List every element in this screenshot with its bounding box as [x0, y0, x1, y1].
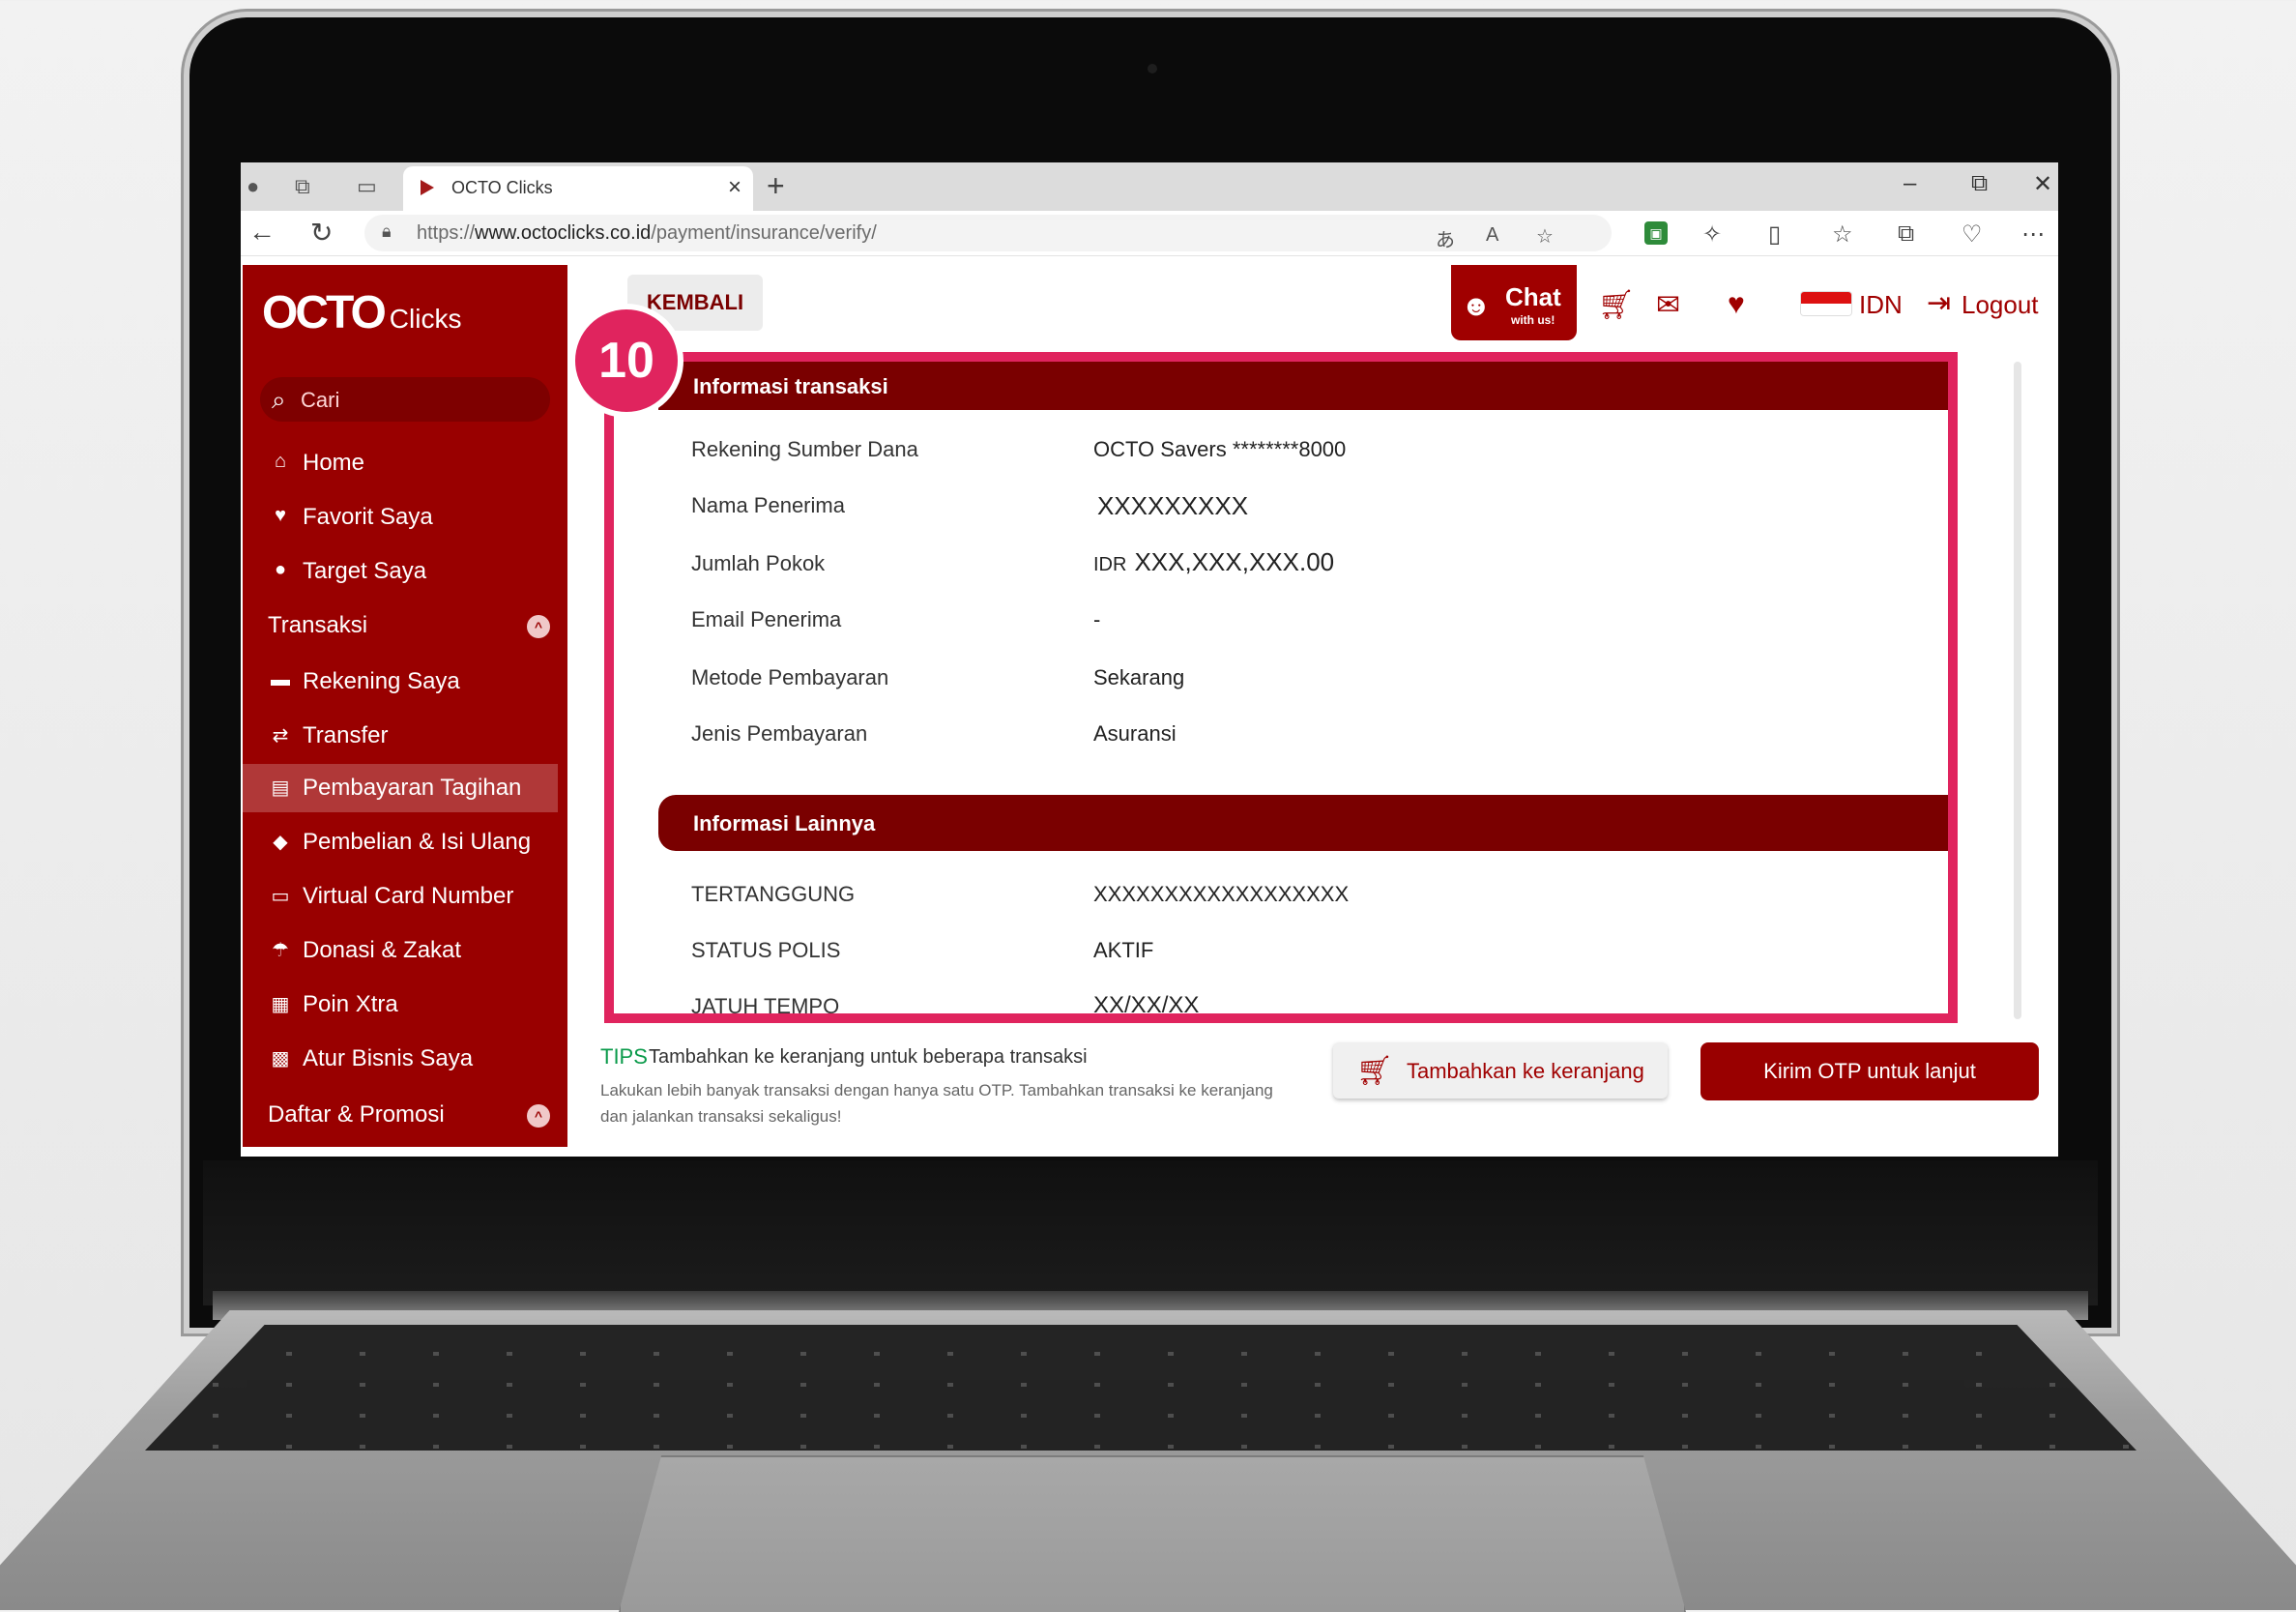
step-badge: 10	[575, 309, 678, 412]
keyboard	[145, 1325, 2136, 1451]
extension-green-icon[interactable]: ▣	[1644, 221, 1668, 245]
restore-button[interactable]: ⧉	[1971, 170, 1988, 197]
sidebar-section-transaksi[interactable]: Transaksi ^	[243, 601, 558, 650]
extensions-icon[interactable]: ✧	[1702, 220, 1722, 249]
tips-title: Tambahkan ke keranjang untuk beberapa tr…	[649, 1046, 1088, 1068]
url-field[interactable]: 🔒︎ https://www.octoclicks.co.id/payment/…	[364, 215, 1612, 251]
sidebar-item-rekening-saya[interactable]: ▬ Rekening Saya	[243, 658, 558, 706]
transfer-icon: ⇄	[272, 725, 289, 747]
flag-icon[interactable]	[1801, 292, 1851, 315]
camera	[1148, 64, 1157, 73]
target-icon: ●	[274, 559, 287, 580]
tips-description: Lakukan lebih banyak transaksi dengan ha…	[600, 1081, 1273, 1126]
translate-icon[interactable]: あ	[1436, 224, 1455, 252]
browser-window: ● ⧉ ▭ OCTO Clicks × + – ⧉ ✕ ← ↻ 🔒︎ https…	[241, 162, 2058, 1157]
sidebar-item-donasi-zakat[interactable]: ☂ Donasi & Zakat	[243, 926, 558, 975]
chat-agent-icon: ☻	[1461, 290, 1492, 322]
url-text: https://www.octoclicks.co.id/payment/ins…	[417, 222, 877, 244]
briefcase-icon: ▩	[271, 1048, 290, 1070]
collections-icon[interactable]: ⧉	[295, 174, 310, 199]
add-to-cart-button[interactable]: 🛒︎ Tambahkan ke keranjang	[1333, 1042, 1668, 1099]
refresh-icon[interactable]: ↻	[310, 217, 333, 249]
card-icon: ▬	[271, 669, 290, 690]
close-window-button[interactable]: ✕	[2033, 170, 2052, 198]
browser-tab[interactable]: OCTO Clicks ×	[403, 166, 753, 211]
star-icon[interactable]: ☆	[1536, 224, 1554, 249]
back-icon[interactable]: ←	[248, 217, 276, 248]
cart-icon[interactable]: 🛒︎	[1598, 288, 1635, 322]
home-icon: ⌂	[274, 451, 287, 472]
cart-icon: 🛒︎	[1356, 1055, 1394, 1087]
favorites-icon[interactable]: ☆	[1832, 220, 1853, 249]
collections-icon[interactable]: ⧉	[1898, 220, 1914, 248]
chevron-up-icon[interactable]: ^	[527, 615, 550, 638]
sidebar-section-daftar-promosi[interactable]: Daftar & Promosi ^	[243, 1091, 558, 1139]
content-scrollbar[interactable]	[2014, 362, 2021, 1019]
sidebar-search: ⌕	[260, 377, 550, 422]
minimize-button[interactable]: –	[1904, 170, 1916, 197]
tag-icon: ◆	[273, 832, 288, 853]
search-input[interactable]	[299, 385, 535, 416]
search-icon: ⌕	[272, 385, 286, 414]
tab-actions-icon[interactable]: ▭	[357, 174, 377, 199]
sidebar-item-target-saya[interactable]: ● Target Saya	[243, 547, 558, 596]
more-icon[interactable]: ⋯	[2021, 220, 2045, 249]
bill-icon: ▤	[271, 777, 290, 799]
logout-link[interactable]: Logout	[1962, 290, 2039, 320]
profile-icon[interactable]: ●	[247, 174, 259, 199]
sidebar-item-virtual-card-number[interactable]: ▭ Virtual Card Number	[243, 872, 558, 921]
sidebar-item-pembayaran-tagihan[interactable]: ▤ Pembayaran Tagihan	[243, 764, 558, 812]
address-bar: ← ↻ 🔒︎ https://www.octoclicks.co.id/paym…	[241, 211, 2058, 256]
tab-title: OCTO Clicks	[451, 178, 553, 197]
lock-icon: 🔒︎	[382, 221, 392, 241]
virtual-card-icon: ▭	[271, 886, 290, 907]
heart-icon: ♥	[275, 505, 286, 526]
sidebar-item-favorit-saya[interactable]: ♥ Favorit Saya	[243, 493, 558, 542]
health-icon[interactable]: ♡	[1962, 220, 1983, 249]
chevron-up-icon[interactable]: ^	[527, 1104, 550, 1128]
sidebar-item-pembelian-isi-ulang[interactable]: ◆ Pembelian & Isi Ulang	[243, 818, 558, 866]
new-tab-button[interactable]: +	[767, 168, 785, 204]
language-switch[interactable]: IDN	[1859, 290, 1903, 320]
logout-icon[interactable]: ⇥	[1927, 286, 1951, 320]
sidebar-item-poin-xtra[interactable]: ▦ Poin Xtra	[243, 981, 558, 1029]
sidebar-item-atur-bisnis-saya[interactable]: ▩ Atur Bisnis Saya	[243, 1035, 558, 1083]
close-tab-icon[interactable]: ×	[728, 174, 741, 201]
sidebar-item-home[interactable]: ⌂ Home	[243, 439, 558, 487]
heart-icon[interactable]: ♥	[1728, 288, 1745, 321]
highlight-frame	[604, 352, 1958, 1023]
gift-icon: ▦	[271, 994, 290, 1015]
octo-logo[interactable]: OCTO Clicks	[262, 286, 461, 339]
read-aloud-icon[interactable]: A	[1486, 224, 1498, 247]
sidebar-item-transfer[interactable]: ⇄ Transfer	[243, 712, 558, 760]
sidebar: OCTOClicks ⌕ ⌂ Home ♥ Favorit Saya ● Tar…	[243, 265, 567, 1147]
send-otp-button[interactable]: Kirim OTP untuk lanjut	[1700, 1042, 2039, 1100]
split-screen-icon[interactable]: ▯	[1768, 220, 1781, 249]
trackpad	[619, 1455, 1686, 1612]
donation-icon: ☂	[272, 940, 289, 961]
laptop-bezel	[203, 1160, 2098, 1305]
tips-label: TIPS	[600, 1044, 648, 1069]
tab-bar: ● ⧉ ▭ OCTO Clicks × + – ⧉ ✕	[241, 162, 2058, 211]
mail-icon[interactable]: ✉	[1656, 288, 1680, 322]
octo-favicon-icon	[421, 180, 434, 195]
chat-button[interactable]: ☻ Chat with us!	[1451, 265, 1577, 340]
